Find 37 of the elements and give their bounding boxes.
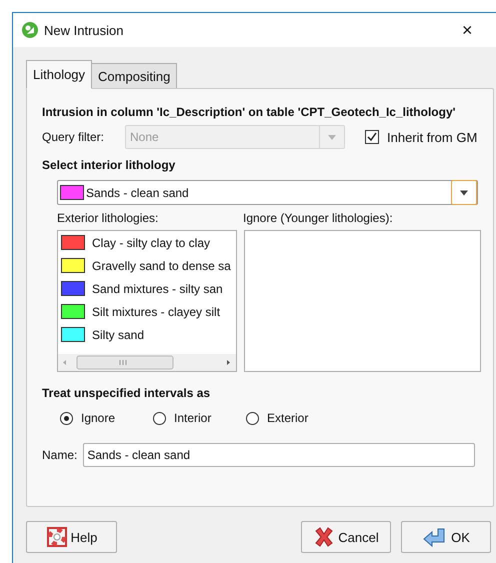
lithology-item[interactable]: Clay - silty clay to clay <box>58 231 236 254</box>
lithology-name: Clay - silty clay to clay <box>92 236 210 250</box>
interior-lithology-dropdown[interactable]: Sands - clean sand <box>57 180 478 205</box>
radio-button[interactable] <box>60 412 73 424</box>
ok-button[interactable]: OK <box>401 521 491 553</box>
interior-lithology-label: Select interior lithology <box>42 158 176 172</box>
lithology-item[interactable]: Silty sand <box>58 323 236 346</box>
radio-button[interactable] <box>153 412 166 424</box>
radio-label: Ignore <box>81 411 116 425</box>
inherit-label: Inherit from GM <box>387 130 478 144</box>
close-button[interactable]: × <box>462 20 480 40</box>
lithology-name: Sand mixtures - silty san <box>92 282 223 296</box>
lithology-name: Gravelly sand to dense sa <box>92 258 231 272</box>
radio-button[interactable] <box>246 412 259 424</box>
radio-label: Interior <box>174 411 212 425</box>
treat-intervals-label: Treat unspecified intervals as <box>42 386 212 400</box>
ignore-lithologies-label: Ignore (Younger lithologies): <box>243 211 393 225</box>
close-icon <box>313 526 336 548</box>
lithology-item[interactable]: Silt mixtures - clayey silt <box>58 300 236 323</box>
exterior-lithologies-label: Exterior lithologies: <box>57 211 160 225</box>
lithology-name: Silt mixtures - clayey silt <box>92 304 220 318</box>
help-button[interactable]: Help <box>26 521 117 553</box>
window-title: New Intrusion <box>44 22 124 38</box>
name-label: Name: <box>42 448 78 462</box>
radio-label: Exterior <box>267 411 308 425</box>
lithology-name: Silty sand <box>92 328 144 342</box>
lithology-item[interactable]: Sand mixtures - silty san <box>58 277 236 300</box>
query-filter-label: Query filter: <box>42 130 106 144</box>
inherit-checkbox[interactable] <box>365 130 379 144</box>
intrusion-heading: Intrusion in column 'Ic_Description' on table 'CPT_Geotech_Ic_lithology' <box>42 105 456 119</box>
tab[interactable]: Compositing <box>91 63 178 88</box>
name-field[interactable]: Sands - clean sand <box>83 443 475 467</box>
tab[interactable]: Lithology <box>26 60 92 89</box>
cancel-button[interactable]: Cancel <box>301 521 391 553</box>
lifebuoy-icon <box>46 526 68 548</box>
app-icon <box>22 22 38 38</box>
lithology-item[interactable]: Gravelly sand to dense sa <box>58 254 236 277</box>
